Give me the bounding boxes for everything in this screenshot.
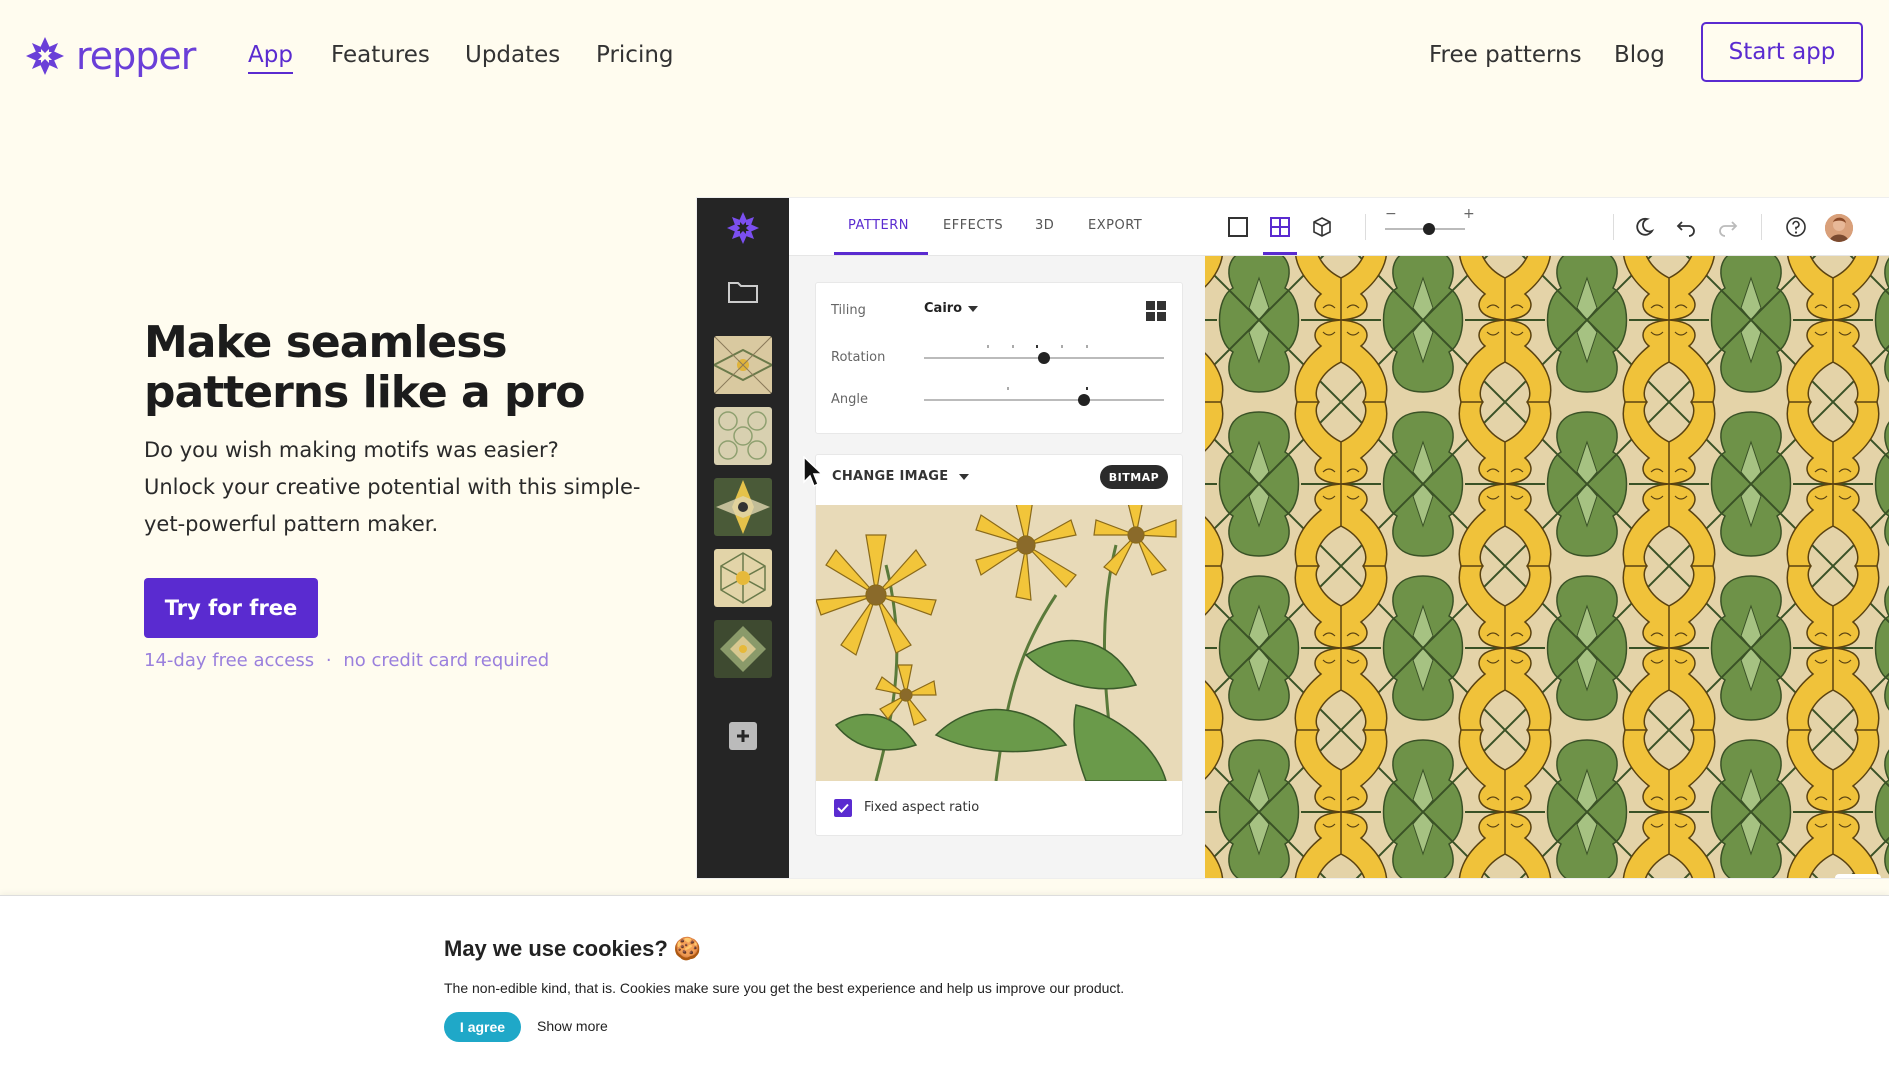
tab-pattern[interactable]: PATTERN (848, 218, 909, 233)
active-tab-indicator (834, 252, 928, 255)
nav-updates[interactable]: Updates (465, 42, 560, 68)
bitmap-badge[interactable]: BITMAP (1100, 465, 1168, 489)
zoom-slider-knob[interactable] (1423, 223, 1435, 235)
caret-down-icon (959, 474, 970, 480)
zoom-out-label[interactable]: − (1385, 206, 1397, 222)
tiling-value: Cairo (924, 301, 963, 316)
rotation-slider-knob[interactable] (1038, 352, 1050, 364)
image-card: CHANGE IMAGE BITMAP Fixed aspect ratio (815, 454, 1183, 836)
folder-icon[interactable] (727, 280, 759, 304)
agree-button[interactable]: I agree (444, 1012, 521, 1042)
pattern-thumbnail-3[interactable] (714, 478, 772, 536)
3d-cube-icon[interactable] (1311, 216, 1333, 238)
nav-free-patterns[interactable]: Free patterns (1429, 42, 1582, 68)
rotation-tick (1061, 345, 1063, 348)
caret-down-icon (968, 305, 979, 312)
site-header: repper App Features Updates Pricing Free… (0, 0, 1889, 112)
repper-logo-icon (26, 37, 64, 75)
help-icon[interactable] (1785, 216, 1807, 238)
free-access-text: 14-day free access (144, 650, 315, 671)
nav-features[interactable]: Features (331, 42, 430, 68)
canvas-area: − + (1205, 198, 1889, 878)
hero-subtitle-line-1: Do you wish making motifs was easier? (144, 438, 559, 462)
angle-tick (1086, 387, 1088, 390)
tiled-view-icon[interactable] (1269, 216, 1291, 238)
app-logo-icon (727, 212, 759, 244)
start-app-button[interactable]: Start app (1701, 22, 1863, 82)
plus-icon (737, 730, 749, 742)
tab-export[interactable]: EXPORT (1088, 218, 1142, 233)
app-preview: PATTERN EFFECTS 3D EXPORT Tiling Cairo R… (697, 198, 1889, 878)
tab-effects[interactable]: EFFECTS (943, 218, 1003, 233)
redo-icon[interactable] (1717, 216, 1739, 238)
dark-mode-icon[interactable] (1633, 216, 1655, 238)
rotation-tick (1012, 345, 1014, 348)
panel-tabs: PATTERN EFFECTS 3D EXPORT (789, 198, 1205, 256)
angle-slider-knob[interactable] (1078, 394, 1090, 406)
change-image-label: CHANGE IMAGE (832, 469, 949, 484)
nav-app[interactable]: App (248, 42, 293, 74)
undo-icon[interactable] (1675, 216, 1697, 238)
tiling-label: Tiling (831, 303, 866, 318)
hero-subtitle-line-2: Unlock your creative potential with this… (144, 475, 641, 499)
show-more-link[interactable]: Show more (537, 1018, 608, 1034)
pattern-thumbnail-2[interactable] (714, 407, 772, 465)
angle-label: Angle (831, 392, 868, 407)
mouse-cursor-icon (803, 456, 823, 488)
note-separator: · (325, 650, 332, 671)
pattern-canvas[interactable] (1205, 256, 1889, 878)
cookie-banner: May we use cookies? 🍪 The non-edible kin… (0, 895, 1889, 1069)
hero-subtitle: Do you wish making motifs was easier? Un… (144, 432, 664, 543)
hero-title: Make seamless patterns like a pro (144, 318, 704, 418)
app-sidebar (697, 198, 789, 878)
pattern-thumbnail-4[interactable] (714, 549, 772, 607)
control-panel: PATTERN EFFECTS 3D EXPORT Tiling Cairo R… (789, 198, 1205, 878)
tab-3d[interactable]: 3D (1035, 218, 1054, 233)
avatar[interactable] (1825, 214, 1853, 242)
free-access-note: 14-day free access · no credit card requ… (144, 650, 549, 671)
tiling-settings-card: Tiling Cairo Rotation Angle (815, 282, 1183, 434)
rotation-tick (1036, 345, 1038, 348)
tiling-dropdown[interactable]: Cairo (924, 301, 979, 316)
fixed-aspect-label: Fixed aspect ratio (864, 800, 980, 815)
no-credit-card-text: no credit card required (343, 650, 550, 671)
single-tile-icon[interactable] (1227, 216, 1249, 238)
rotation-label: Rotation (831, 350, 886, 365)
source-image (816, 505, 1182, 781)
canvas-toolbar: − + (1205, 198, 1889, 256)
zoom-in-label[interactable]: + (1463, 206, 1475, 222)
fixed-aspect-checkbox[interactable] (834, 799, 852, 817)
hero-title-line-2: patterns like a pro (144, 367, 585, 418)
toolbar-divider (1761, 214, 1762, 240)
change-image-dropdown[interactable]: CHANGE IMAGE (832, 469, 970, 484)
rotation-tick (1086, 345, 1088, 348)
logo-text: repper (76, 34, 196, 78)
checkmark-icon (837, 803, 849, 813)
pattern-thumbnail-5[interactable] (714, 620, 772, 678)
rotation-tick (987, 345, 989, 348)
cookie-title: May we use cookies? 🍪 (444, 936, 702, 961)
nav-blog[interactable]: Blog (1614, 42, 1665, 68)
add-pattern-button[interactable] (729, 722, 757, 750)
grid-icon[interactable] (1146, 301, 1166, 321)
nav-pricing[interactable]: Pricing (596, 42, 674, 68)
toolbar-divider (1613, 214, 1614, 240)
toolbar-divider (1365, 214, 1366, 240)
fullscreen-button[interactable] (1835, 874, 1881, 878)
try-for-free-button[interactable]: Try for free (144, 578, 318, 638)
hero-subtitle-line-3: yet-powerful pattern maker. (144, 512, 439, 536)
angle-tick (1007, 387, 1009, 390)
logo[interactable]: repper (24, 34, 196, 78)
angle-slider[interactable] (924, 399, 1164, 401)
cookie-text: The non-edible kind, that is. Cookies ma… (444, 980, 1125, 996)
view-indicator (1263, 252, 1297, 255)
pattern-thumbnail-1[interactable] (714, 336, 772, 394)
hero-title-line-1: Make seamless (144, 317, 508, 368)
